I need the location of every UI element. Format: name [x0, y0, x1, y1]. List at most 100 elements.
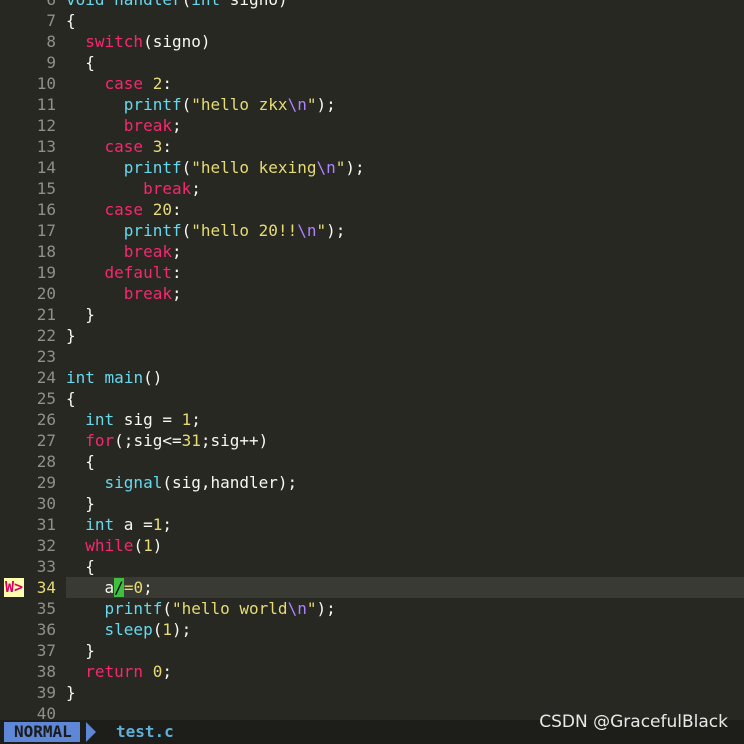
line-number: 21 [36, 305, 56, 324]
code-line[interactable]: 29 signal(sig,handler); [0, 472, 744, 493]
code-line[interactable]: 16 case 20: [0, 199, 744, 220]
line-gutter: 38 [0, 661, 62, 682]
code-line[interactable]: 7{ [0, 10, 744, 31]
line-gutter: 37 [0, 640, 62, 661]
line-gutter: 26 [0, 409, 62, 430]
line-number: 33 [36, 557, 56, 576]
code-line[interactable]: 33 { [0, 556, 744, 577]
code-line[interactable]: 19 default: [0, 262, 744, 283]
code-line[interactable]: 18 break; [0, 241, 744, 262]
line-code[interactable]: printf("hello kexing\n"); [66, 157, 744, 178]
line-code[interactable]: } [66, 640, 744, 661]
line-number: 29 [36, 473, 56, 492]
code-line[interactable]: 39} [0, 682, 744, 703]
code-line[interactable]: 26 int sig = 1; [0, 409, 744, 430]
code-line[interactable]: 21 } [0, 304, 744, 325]
line-number: 18 [36, 242, 56, 261]
code-line[interactable]: 13 case 3: [0, 136, 744, 157]
line-gutter: 24 [0, 367, 62, 388]
line-code[interactable]: int a =1; [66, 514, 744, 535]
code-line[interactable]: 28 { [0, 451, 744, 472]
code-line[interactable]: 37 } [0, 640, 744, 661]
line-code[interactable]: int main() [66, 367, 744, 388]
code-line[interactable]: 25 { [0, 388, 744, 409]
line-number: 28 [36, 452, 56, 471]
code-editor[interactable]: 6void handler(int signo)7{8 switch(signo… [0, 0, 744, 723]
line-code[interactable]: void handler(int signo) [66, 0, 744, 10]
code-line[interactable]: 30 } [0, 493, 744, 514]
line-code[interactable]: { [66, 451, 744, 472]
line-code[interactable]: } [66, 304, 744, 325]
line-code[interactable]: break; [66, 115, 744, 136]
code-line[interactable]: 24 int main() [0, 367, 744, 388]
line-code[interactable]: case 2: [66, 73, 744, 94]
line-number: 11 [36, 95, 56, 114]
line-code[interactable]: signal(sig,handler); [66, 472, 744, 493]
code-line[interactable]: 35 printf("hello world\n"); [0, 598, 744, 619]
code-line[interactable]: 14 printf("hello kexing\n"); [0, 157, 744, 178]
line-code[interactable]: case 3: [66, 136, 744, 157]
code-line[interactable]: 23 [0, 346, 744, 367]
code-line[interactable]: 12 break; [0, 115, 744, 136]
line-code[interactable]: { [66, 10, 744, 31]
line-code[interactable]: { [66, 388, 744, 409]
mode-arrow-icon [86, 722, 96, 742]
code-line[interactable]: W> 34 a/=0; [0, 577, 744, 598]
line-number: 37 [36, 641, 56, 660]
line-code[interactable]: sleep(1); [66, 619, 744, 640]
line-code[interactable]: for(;sig<=31;sig++) [66, 430, 744, 451]
line-number: 25 [36, 389, 56, 408]
line-number: 30 [36, 494, 56, 513]
line-code[interactable]: break; [66, 283, 744, 304]
code-line[interactable]: 36 sleep(1); [0, 619, 744, 640]
code-line[interactable]: 27 for(;sig<=31;sig++) [0, 430, 744, 451]
code-line[interactable]: 8 switch(signo) [0, 31, 744, 52]
line-gutter: 28 [0, 451, 62, 472]
line-code[interactable]: break; [66, 178, 744, 199]
code-line[interactable]: 32 while(1) [0, 535, 744, 556]
code-line[interactable]: 10 case 2: [0, 73, 744, 94]
line-code[interactable]: default: [66, 262, 744, 283]
line-code[interactable]: { [66, 556, 744, 577]
code-line[interactable]: 15 break; [0, 178, 744, 199]
code-line[interactable]: 22} [0, 325, 744, 346]
warning-sign-icon: W> [4, 578, 25, 597]
line-code[interactable]: a/=0; [66, 577, 744, 598]
line-number: 36 [36, 620, 56, 639]
line-code[interactable]: { [66, 52, 744, 73]
line-gutter: 21 [0, 304, 62, 325]
code-line[interactable]: 9 { [0, 52, 744, 73]
line-code[interactable]: } [66, 325, 744, 346]
line-number: 35 [36, 599, 56, 618]
code-line[interactable]: 38 return 0; [0, 661, 744, 682]
line-number: 22 [36, 326, 56, 345]
line-number: 13 [36, 137, 56, 156]
code-line[interactable]: 11 printf("hello zkx\n"); [0, 94, 744, 115]
line-code[interactable]: printf("hello world\n"); [66, 598, 744, 619]
code-line[interactable]: 17 printf("hello 20!!\n"); [0, 220, 744, 241]
line-number: 10 [36, 74, 56, 93]
line-gutter: 12 [0, 115, 62, 136]
line-code[interactable]: case 20: [66, 199, 744, 220]
code-line[interactable]: 6 void handler(int signo) [0, 0, 744, 10]
line-number: 20 [36, 284, 56, 303]
line-gutter: 13 [0, 136, 62, 157]
line-gutter: 7 [0, 10, 62, 31]
line-code[interactable]: printf("hello zkx\n"); [66, 94, 744, 115]
code-line[interactable]: 20 break; [0, 283, 744, 304]
line-number: 12 [36, 116, 56, 135]
line-code[interactable]: } [66, 493, 744, 514]
line-code[interactable]: break; [66, 241, 744, 262]
line-number: 17 [36, 221, 56, 240]
line-code[interactable]: switch(signo) [66, 31, 744, 52]
code-line[interactable]: 31 int a =1; [0, 514, 744, 535]
line-number: 24 [36, 368, 56, 387]
line-number: 23 [36, 347, 56, 366]
line-code[interactable]: return 0; [66, 661, 744, 682]
line-code[interactable]: int sig = 1; [66, 409, 744, 430]
line-code[interactable]: } [66, 682, 744, 703]
line-code[interactable] [66, 346, 744, 367]
line-code[interactable]: while(1) [66, 535, 744, 556]
line-gutter: 35 [0, 598, 62, 619]
line-code[interactable]: printf("hello 20!!\n"); [66, 220, 744, 241]
